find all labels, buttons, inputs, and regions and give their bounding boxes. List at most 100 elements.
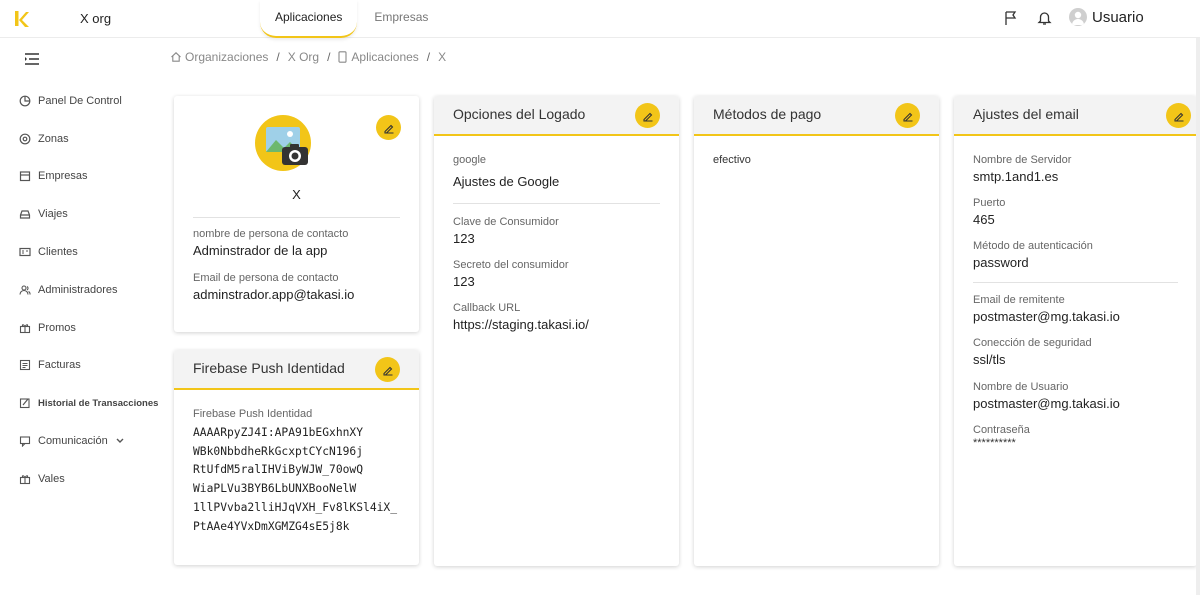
breadcrumb-separator: / (426, 50, 431, 64)
sidebar-item-label: Vales (38, 472, 65, 485)
breadcrumb-separator: / (327, 50, 331, 64)
consumer-key-field: Clave de Consumidor 123 (453, 216, 559, 246)
sidebar-item-label: Viajes (38, 208, 68, 221)
org-name: X org (80, 11, 112, 26)
payment-methods-card: Métodos de pago efectivo (694, 96, 939, 566)
divider (973, 282, 1178, 283)
edit-firebase-button[interactable] (375, 357, 400, 382)
edit-login-button[interactable] (635, 103, 660, 128)
sidebar-item-viajes[interactable]: Viajes (0, 195, 170, 233)
sidebar-item-label: Panel De Control (38, 94, 122, 107)
sidebar-item-historial[interactable]: Historial de Transacciones (0, 384, 170, 422)
field-label: Contraseña (973, 424, 1030, 436)
edit-payment-button[interactable] (895, 103, 920, 128)
breadcrumb-aplicaciones[interactable]: Aplicaciones (338, 50, 419, 64)
history-icon (19, 397, 31, 409)
payment-method-name: efectivo (713, 154, 751, 166)
server-field: Nombre de Servidor smtp.1and1.es (973, 154, 1071, 184)
app-name: X (292, 187, 301, 202)
card-header: Métodos de pago (694, 96, 939, 136)
sidebar-item-label: Empresas (38, 170, 88, 183)
field-value: password (973, 255, 1029, 270)
sidebar-item-label: Zonas (38, 132, 69, 145)
pencil-icon (902, 112, 912, 122)
sidebar-item-label: Clientes (38, 246, 78, 259)
breadcrumb-separator: / (276, 50, 280, 64)
top-bar: X org Aplicaciones Empresas Usuario (0, 0, 1200, 38)
top-icons (1000, 7, 1055, 29)
card-header: Ajustes del email (954, 96, 1197, 136)
field-label: Clave de Consumidor (453, 216, 559, 228)
password-field: Contraseña ********** (973, 424, 1030, 449)
field-value: 465 (973, 212, 995, 227)
sidebar-item-promos[interactable]: Promos (0, 309, 170, 347)
divider (453, 203, 660, 204)
sidebar-item-facturas[interactable]: Facturas (0, 347, 170, 385)
invoice-icon (19, 359, 31, 371)
user-name: Usuario (1092, 8, 1144, 26)
field-value: smtp.1and1.es (973, 169, 1059, 184)
breadcrumb: Organizaciones / X Org / Aplicaciones / … (170, 50, 446, 64)
sidebar-item-label: Administradores (38, 283, 118, 296)
app-logo[interactable] (14, 9, 30, 29)
firebase-card: Firebase Push Identidad Firebase Push Id… (174, 350, 419, 565)
sidebar-item-comunicacion[interactable]: Comunicación (0, 422, 170, 460)
token-line: PtAAe4YVxDmXGMZG4sE5j8k (193, 519, 350, 533)
provider-field: google Ajustes de Google (453, 154, 559, 189)
sidebar-item-clientes[interactable]: Clientes (0, 233, 170, 271)
card-title: Opciones del Logado (453, 106, 586, 122)
sidebar-item-zonas[interactable]: Zonas (0, 120, 170, 158)
field-value: 123 (453, 274, 475, 289)
token-line: AAAARpyZJ4I:APA91bEGxhnXY (193, 426, 364, 439)
chat-icon (19, 435, 31, 448)
breadcrumb-org[interactable]: X Org (288, 50, 319, 64)
field-value: Adminstrador de la app (193, 243, 328, 258)
port-field: Puerto 465 (973, 197, 1005, 227)
firebase-token: AAAARpyZJ4I:APA91bEGxhnXY WBk0NbbdheRkGc… (193, 424, 397, 536)
profile-card: X nombre de persona de contacto Adminstr… (174, 96, 419, 332)
field-value: ssl/tls (973, 352, 1006, 367)
bell-icon[interactable] (1033, 7, 1055, 29)
security-field: Conección de seguridad ssl/tls (973, 337, 1092, 367)
tab-aplicaciones[interactable]: Aplicaciones (260, 0, 358, 38)
chart-pie-icon (19, 95, 31, 107)
sidebar-item-panel[interactable]: Panel De Control (0, 82, 170, 120)
building-icon (19, 170, 31, 182)
card-header: Firebase Push Identidad (174, 350, 419, 390)
field-label: Email de remitente (973, 294, 1065, 306)
breadcrumb-organizaciones[interactable]: Organizaciones (170, 50, 268, 64)
firebase-token-field: Firebase Push Identidad AAAARpyZJ4I:APA9… (193, 408, 397, 536)
sidebar-item-empresas[interactable]: Empresas (0, 158, 170, 196)
field-value: 123 (453, 231, 475, 246)
tab-empresas[interactable]: Empresas (359, 0, 443, 38)
flag-icon[interactable] (1000, 7, 1022, 29)
token-line: 1llPVvba2lliHJqVXH_Fv8lKSl4iX_ (193, 500, 398, 514)
scrollbar[interactable] (1196, 38, 1200, 595)
card-title: Ajustes del email (973, 106, 1079, 122)
email-settings-card: Ajustes del email Nombre de Servidor smt… (954, 96, 1197, 566)
chevron-down-icon[interactable] (116, 437, 124, 446)
sidebar-item-vales[interactable]: Vales (0, 460, 170, 498)
field-label: Nombre de Usuario (973, 381, 1069, 393)
pencil-icon (642, 112, 652, 122)
provider-settings-title: Ajustes de Google (453, 174, 560, 189)
field-value: adminstrador.app@takasi.io (193, 287, 355, 302)
payment-method-item: efectivo (713, 154, 751, 166)
car-icon (19, 208, 31, 220)
contact-email-field: Email de persona de contacto adminstrado… (193, 272, 354, 302)
app-image-icon (255, 115, 311, 171)
field-label: Email de persona de contacto (193, 272, 339, 284)
voucher-icon (19, 473, 31, 485)
menu-toggle-icon[interactable] (24, 52, 40, 66)
token-line: RtUfdM5ralIHViByWJW_70owQ (193, 463, 364, 477)
sidebar-item-label: Promos (38, 321, 76, 334)
contact-name-field: nombre de persona de contacto Adminstrad… (193, 228, 348, 258)
edit-profile-button[interactable] (376, 115, 401, 140)
sidebar-item-administradores[interactable]: Administradores (0, 271, 170, 309)
users-icon (19, 284, 31, 296)
edit-email-button[interactable] (1166, 103, 1191, 128)
field-label: Método de autenticación (973, 240, 1093, 252)
field-value: postmaster@mg.takasi.io (973, 396, 1120, 411)
user-menu[interactable]: Usuario (1069, 8, 1144, 26)
card-title: Firebase Push Identidad (193, 360, 345, 376)
